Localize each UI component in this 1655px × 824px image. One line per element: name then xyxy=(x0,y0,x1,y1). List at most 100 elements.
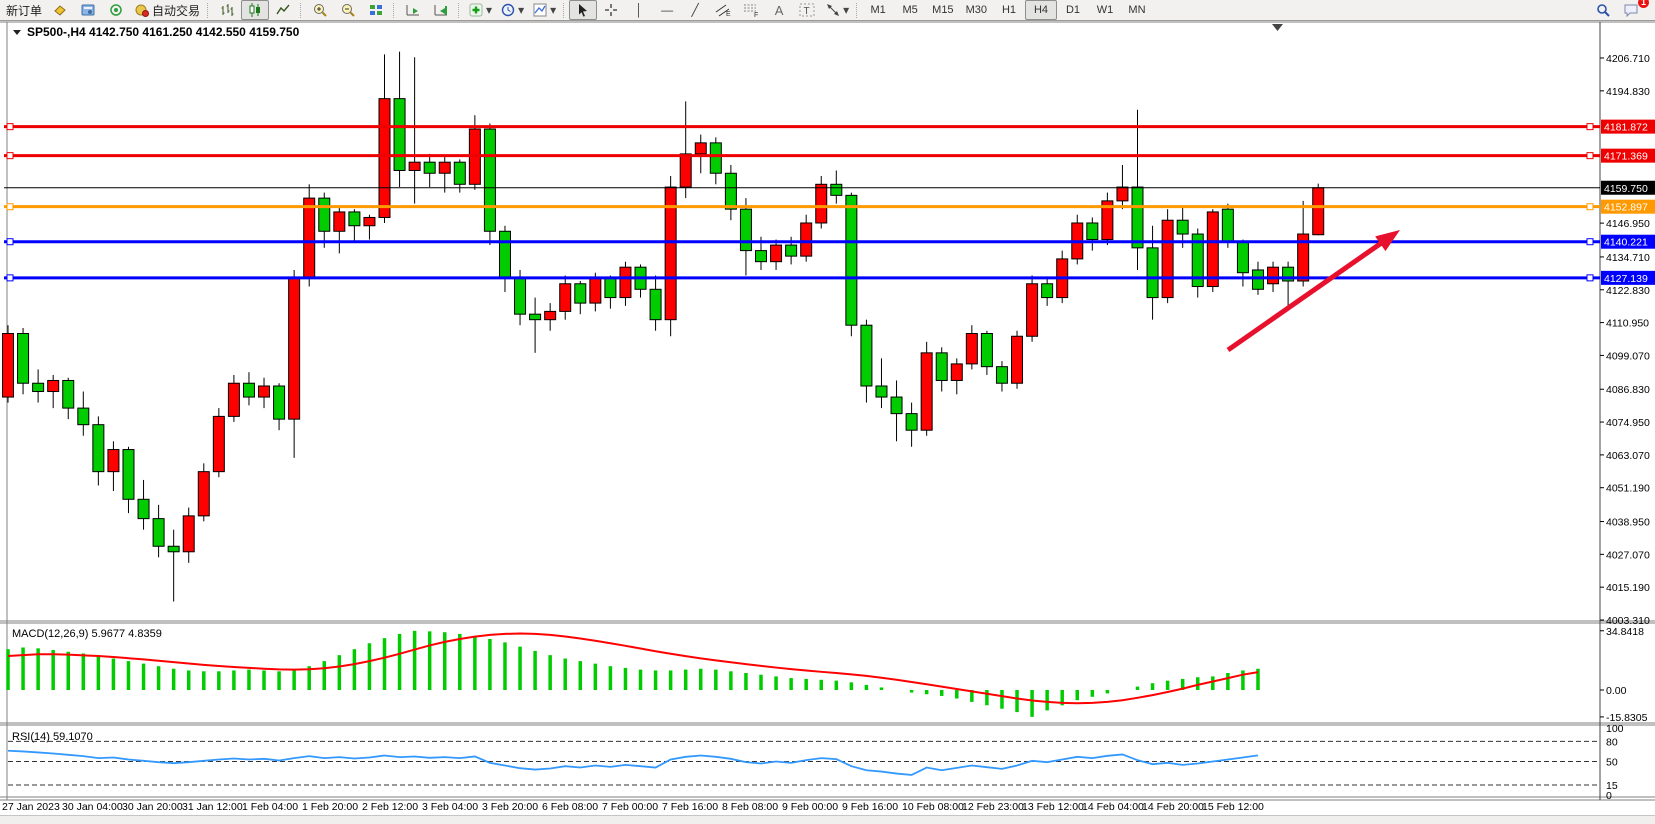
indicators-button[interactable]: ▾ xyxy=(464,0,496,20)
candlestick xyxy=(213,408,224,477)
candlestick xyxy=(304,184,315,286)
new-order-button[interactable]: 新订单 xyxy=(2,0,46,20)
timeframe-d1[interactable]: D1 xyxy=(1057,0,1089,20)
timeframe-m5[interactable]: M5 xyxy=(894,0,926,20)
price-tick-label: 4015.190 xyxy=(1606,582,1650,594)
fibonacci-button[interactable]: F xyxy=(737,0,765,20)
crosshair-icon xyxy=(603,2,619,18)
vertical-line-button[interactable]: │ xyxy=(625,0,653,20)
time-axis-label: 27 Jan 2023 xyxy=(2,801,60,813)
text-label-button[interactable]: T xyxy=(793,0,821,20)
line-anchor-handle[interactable] xyxy=(1587,275,1593,281)
market-watch-button[interactable] xyxy=(46,0,74,20)
candlestick xyxy=(1027,275,1038,341)
equidistant-channel-icon: E xyxy=(714,2,732,18)
chart-shift-button[interactable] xyxy=(427,0,455,20)
chart-window-bg xyxy=(0,22,1655,815)
price-tick-label: 4134.710 xyxy=(1606,252,1650,264)
line-chart-button[interactable] xyxy=(269,0,297,20)
timeframe-m15[interactable]: M15 xyxy=(926,0,959,20)
time-axis-label: 3 Feb 20:00 xyxy=(482,801,538,813)
cursor-button[interactable] xyxy=(569,0,597,20)
crosshair-button[interactable] xyxy=(597,0,625,20)
text-icon: A xyxy=(775,3,784,18)
line-anchor-handle[interactable] xyxy=(7,239,13,245)
line-anchor-handle[interactable] xyxy=(7,275,13,281)
bar-chart-button[interactable] xyxy=(213,0,241,20)
candle-chart-button[interactable] xyxy=(241,0,269,20)
dropdown-caret-icon: ▾ xyxy=(550,3,556,17)
trendline-icon: ╱ xyxy=(692,3,699,17)
periods-button[interactable]: ▾ xyxy=(496,0,528,20)
tile-windows-icon xyxy=(368,2,384,18)
line-anchor-handle[interactable] xyxy=(1587,153,1593,159)
data-window-icon xyxy=(80,2,96,18)
templates-button[interactable]: ▾ xyxy=(528,0,560,20)
indicators-add-icon xyxy=(468,2,484,18)
zoom-out-button[interactable] xyxy=(334,0,362,20)
candlestick xyxy=(1313,184,1324,236)
line-anchor-handle[interactable] xyxy=(7,124,13,130)
comments-button[interactable]: 1 xyxy=(1617,0,1645,20)
time-axis: 27 Jan 202330 Jan 04:0030 Jan 20:0031 Ja… xyxy=(2,801,1264,813)
trendline-button[interactable]: ╱ xyxy=(681,0,709,20)
horizontal-line-button[interactable]: — xyxy=(653,0,681,20)
rsi-label: RSI(14) 59.1070 xyxy=(12,731,93,743)
timeframe-m1[interactable]: M1 xyxy=(862,0,894,20)
svg-text:4159.750: 4159.750 xyxy=(1604,183,1648,195)
chart-title: SP500-,H4 4142.750 4161.250 4142.550 415… xyxy=(13,25,300,39)
navigator-button[interactable] xyxy=(102,0,130,20)
svg-text:4181.872: 4181.872 xyxy=(1604,122,1648,134)
zoom-in-button[interactable] xyxy=(306,0,334,20)
dropdown-caret-icon: ▾ xyxy=(843,3,849,17)
timeframe-group: M1M5M15M30H1H4D1W1MN xyxy=(862,0,1153,20)
candlestick xyxy=(1207,209,1218,292)
arrows-shapes-icon xyxy=(825,2,841,18)
rsi-axis-label: 50 xyxy=(1606,757,1618,769)
timeframe-mn[interactable]: MN xyxy=(1121,0,1153,20)
auto-scroll-button[interactable] xyxy=(399,0,427,20)
price-tag-4140.221: 4140.221 xyxy=(1601,235,1655,249)
price-tick-label: 4027.070 xyxy=(1606,549,1650,561)
toolbar-grip xyxy=(393,3,396,18)
time-axis-label: 7 Feb 16:00 xyxy=(662,801,718,813)
equidistant-channel-button[interactable]: E xyxy=(709,0,737,20)
line-anchor-handle[interactable] xyxy=(1587,239,1593,245)
data-window-button[interactable] xyxy=(74,0,102,20)
line-anchor-handle[interactable] xyxy=(1587,204,1593,210)
vertical-line-icon: │ xyxy=(635,3,643,17)
tile-windows-button[interactable] xyxy=(362,0,390,20)
timeframe-h4[interactable]: H4 xyxy=(1025,0,1057,20)
search-button[interactable] xyxy=(1589,0,1617,20)
fibonacci-icon: F xyxy=(742,2,760,18)
candlestick xyxy=(198,463,209,521)
text-button[interactable]: A xyxy=(765,0,793,20)
timeframe-m30[interactable]: M30 xyxy=(960,0,993,20)
time-axis-label: 15 Feb 12:00 xyxy=(1202,801,1264,813)
autotrade-button[interactable]: 自动交易 xyxy=(130,0,204,20)
line-anchor-handle[interactable] xyxy=(1587,124,1593,130)
time-axis-label: 12 Feb 23:00 xyxy=(962,801,1024,813)
price-tick-label: 4063.070 xyxy=(1606,450,1650,462)
periods-clock-icon xyxy=(500,2,516,18)
svg-text:4127.139: 4127.139 xyxy=(1604,273,1648,285)
macd-axis-label: 34.8418 xyxy=(1606,626,1644,638)
price-tag-4171.369: 4171.369 xyxy=(1601,149,1655,163)
timeframe-h1[interactable]: H1 xyxy=(993,0,1025,20)
templates-icon xyxy=(532,2,548,18)
navigator-icon xyxy=(108,2,124,18)
svg-text:T: T xyxy=(804,6,810,17)
status-bar xyxy=(0,815,1655,824)
line-anchor-handle[interactable] xyxy=(7,153,13,159)
line-anchor-handle[interactable] xyxy=(7,204,13,210)
arrows-button[interactable]: ▾ xyxy=(821,0,853,20)
dropdown-caret-icon: ▾ xyxy=(518,3,524,17)
time-axis-label: 30 Jan 04:00 xyxy=(62,801,123,813)
price-tick-label: 4122.830 xyxy=(1606,285,1650,297)
new-order-label: 新订单 xyxy=(6,2,42,19)
mt4-terminal: { "toolbar": { "new_order_label": "新订单",… xyxy=(0,0,1655,824)
candlestick xyxy=(1012,331,1023,389)
time-axis-label: 8 Feb 08:00 xyxy=(722,801,778,813)
timeframe-w1[interactable]: W1 xyxy=(1089,0,1121,20)
time-axis-label: 30 Jan 20:00 xyxy=(122,801,183,813)
